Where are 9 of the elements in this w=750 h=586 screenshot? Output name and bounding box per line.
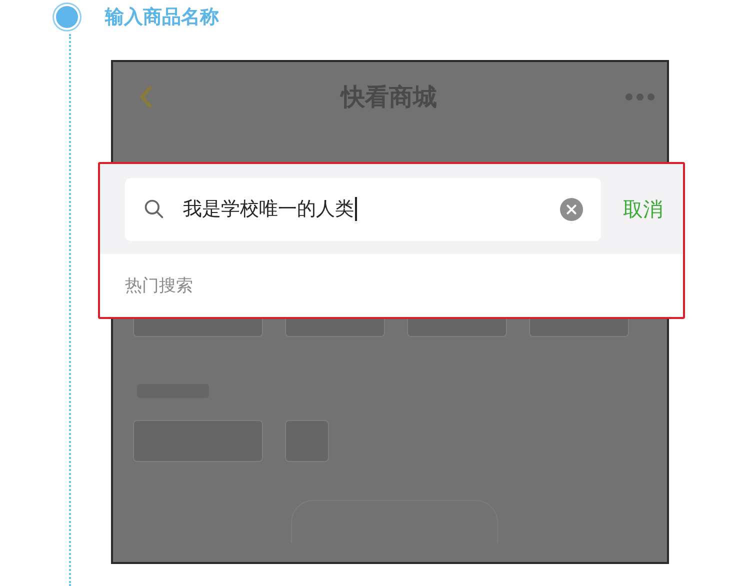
step-marker-icon <box>56 6 78 28</box>
search-icon <box>143 198 165 220</box>
clear-icon[interactable] <box>560 198 583 220</box>
step-title: 输入商品名称 <box>105 5 219 30</box>
blurred-tag <box>285 420 329 462</box>
more-icon[interactable] <box>625 93 655 101</box>
search-field[interactable]: 我是学校唯一的人类 <box>125 178 601 240</box>
back-icon[interactable] <box>139 85 153 109</box>
section-label: 热门搜索 <box>125 275 194 297</box>
